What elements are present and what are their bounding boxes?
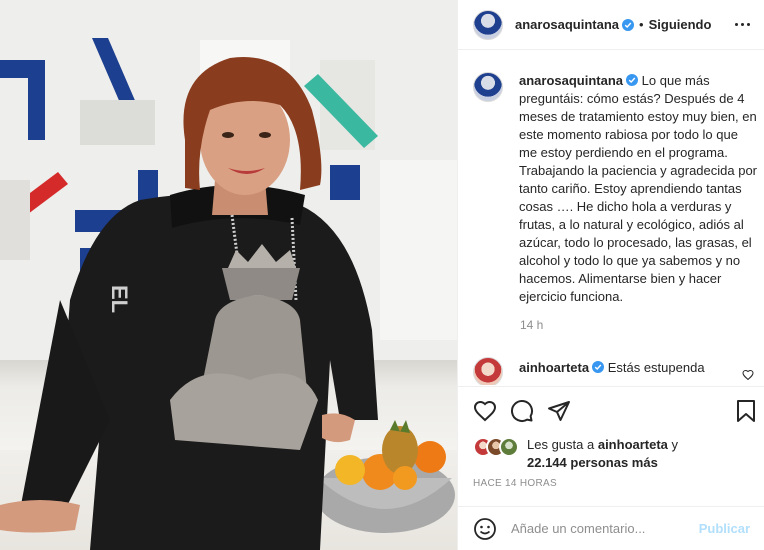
svg-text:EL: EL [107, 285, 132, 313]
bookmark-icon[interactable] [734, 399, 758, 423]
comment-item: ainhoarteta Estás estupenda [473, 357, 758, 385]
follow-status-button[interactable]: Siguiendo [649, 17, 712, 32]
caption-author-avatar[interactable] [473, 72, 503, 102]
post-timestamp[interactable]: HACE 14 HORAS [473, 478, 557, 489]
publish-button[interactable]: Publicar [699, 521, 750, 536]
caption-body: anarosaquintana Lo que más preguntáis: c… [519, 72, 758, 306]
caption-username[interactable]: anarosaquintana [519, 73, 623, 88]
post-header: anarosaquintana • Siguiendo [458, 0, 764, 50]
verified-badge-icon [622, 18, 635, 31]
header-separator: • [639, 17, 644, 32]
post-actions-bar [458, 386, 764, 434]
emoji-icon[interactable] [473, 517, 497, 541]
likes-summary: Les gusta a ainhoarteta y 22.144 persona… [473, 436, 758, 472]
likes-text: Les gusta a ainhoarteta y 22.144 persona… [527, 436, 678, 472]
share-icon[interactable] [547, 399, 571, 423]
more-options-icon[interactable] [735, 18, 751, 32]
likes-prefix: Les gusta a [527, 437, 595, 452]
caption-timestamp[interactable]: 14 h [520, 318, 758, 332]
caption: anarosaquintana Lo que más preguntáis: c… [473, 72, 758, 332]
likes-conjunction: y [671, 437, 679, 452]
verified-badge-icon [592, 361, 605, 373]
comment-input[interactable] [511, 521, 691, 536]
add-comment-box: Publicar [458, 506, 764, 550]
comment-like-heart-icon[interactable] [742, 369, 754, 381]
caption-text: Lo que más preguntáis: cómo estás? Despu… [519, 73, 758, 304]
commenter-avatar[interactable] [473, 357, 503, 385]
commenter-username[interactable]: ainhoarteta [519, 360, 589, 375]
comment-text: Estás estupenda [607, 360, 705, 375]
author-username[interactable]: anarosaquintana [515, 17, 619, 32]
verified-badge-icon [626, 74, 639, 86]
comment-icon[interactable] [510, 399, 534, 423]
liker-avatars[interactable] [473, 437, 521, 459]
comment-body: ainhoarteta Estás estupenda [519, 359, 705, 385]
likes-count[interactable]: 22.144 personas más [527, 455, 658, 470]
woman-figure: EL [0, 57, 455, 550]
post-details-panel: anarosaquintana • Siguiendo anarosaquint… [457, 0, 764, 550]
liker-username[interactable]: ainhoarteta [598, 437, 668, 452]
author-avatar[interactable] [473, 9, 503, 40]
post-photo[interactable]: EL [0, 0, 457, 550]
heart-icon[interactable] [473, 399, 497, 423]
